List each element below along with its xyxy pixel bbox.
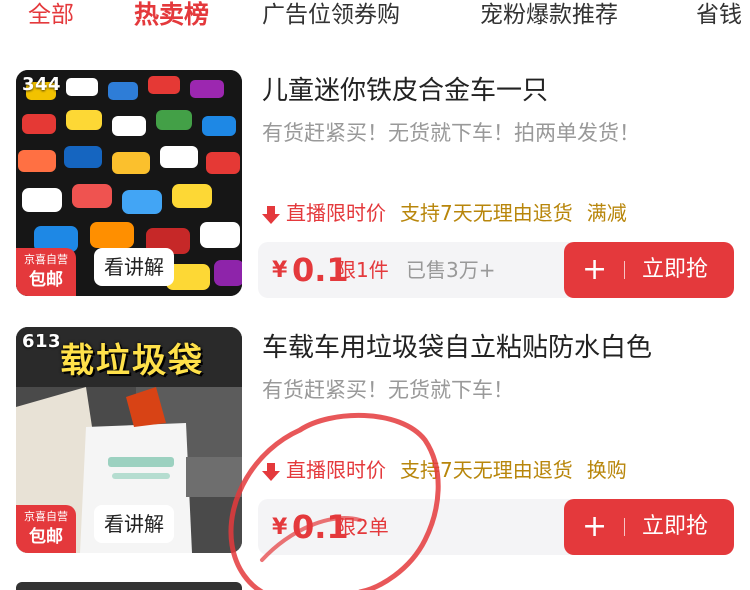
promo-tag: 满减 bbox=[586, 201, 627, 225]
product-title[interactable]: 儿童迷你铁皮合金车一只 bbox=[262, 74, 548, 108]
product-subtitle: 有货赶紧买！无货就下车！拍两单发货！ bbox=[262, 121, 640, 145]
promo-row: 直播限时价 支持7天无理由退货 满减 bbox=[262, 198, 627, 228]
self-operated-badge: 京喜自营 包邮 bbox=[16, 505, 76, 553]
explain-button[interactable]: 看讲解 bbox=[94, 248, 174, 286]
viewer-count: 344 bbox=[22, 74, 62, 95]
buy-now-label: 立即抢 bbox=[642, 257, 709, 282]
tab-fan-picks[interactable]: 宠粉爆款推荐 bbox=[480, 0, 618, 32]
sold-count: 已售3万+ bbox=[406, 258, 496, 282]
viewer-count: 613 bbox=[22, 331, 62, 352]
purchase-limit: 限2单 bbox=[336, 515, 389, 539]
plus-icon: + bbox=[582, 509, 608, 544]
product-title[interactable]: 车载车用垃圾袋自立粘贴防水白色 bbox=[262, 331, 652, 365]
self-operated-badge: 京喜自营 包邮 bbox=[16, 248, 76, 296]
badge-line1: 京喜自营 bbox=[24, 510, 68, 523]
tab-hot-sale[interactable]: 热卖榜 bbox=[134, 0, 209, 32]
product-image[interactable]: 344 京喜自营 包邮 看讲解 bbox=[16, 70, 242, 296]
image-banner-text: 载垃圾袋 bbox=[60, 341, 204, 381]
product-card[interactable]: 613 载垃圾袋 京喜自营 包邮 看讲解 车载车用垃圾袋自立粘贴防水白色 有货赶… bbox=[0, 327, 750, 559]
tab-bar: 全部 热卖榜 广告位领券购 宠粉爆款推荐 省钱 bbox=[0, 0, 750, 40]
product-card[interactable]: 344 京喜自营 包邮 看讲解 儿童迷你铁皮合金车一只 有货赶紧买！无货就下车！… bbox=[0, 70, 750, 302]
buy-now-button[interactable]: + 立即抢 bbox=[564, 499, 734, 555]
currency-symbol: ¥ bbox=[272, 515, 288, 540]
promo-row: 直播限时价 支持7天无理由退货 换购 bbox=[262, 455, 627, 485]
currency-symbol: ¥ bbox=[272, 258, 288, 283]
explain-button[interactable]: 看讲解 bbox=[94, 505, 174, 543]
product-image[interactable]: 613 载垃圾袋 京喜自营 包邮 看讲解 bbox=[16, 327, 242, 553]
next-product-image-edge bbox=[16, 582, 242, 590]
return-policy-tag: 支持7天无理由退货 bbox=[400, 458, 573, 482]
buy-now-button[interactable]: + 立即抢 bbox=[564, 242, 734, 298]
down-arrow-icon bbox=[262, 462, 280, 481]
return-policy-tag: 支持7天无理由退货 bbox=[400, 201, 573, 225]
buy-now-label: 立即抢 bbox=[642, 514, 709, 539]
divider bbox=[624, 261, 625, 279]
buy-bar: ¥ 0.1 限2单 + 立即抢 bbox=[258, 499, 734, 555]
purchase-limit: 限1件 bbox=[336, 258, 389, 282]
buy-bar: ¥ 0.1 限1件 已售3万+ + 立即抢 bbox=[258, 242, 734, 298]
down-arrow-icon bbox=[262, 205, 280, 224]
live-price-label: 直播限时价 bbox=[286, 201, 386, 225]
plus-icon: + bbox=[582, 252, 608, 287]
product-subtitle: 有货赶紧买！无货就下车！ bbox=[262, 378, 514, 402]
divider bbox=[624, 518, 625, 536]
promo-tag: 换购 bbox=[586, 458, 627, 482]
tab-save-money[interactable]: 省钱 bbox=[696, 0, 742, 32]
live-price-label: 直播限时价 bbox=[286, 458, 386, 482]
badge-line1: 京喜自营 bbox=[24, 253, 68, 266]
tab-ad-coupon[interactable]: 广告位领券购 bbox=[262, 0, 400, 32]
badge-line2: 包邮 bbox=[29, 527, 63, 547]
badge-line2: 包邮 bbox=[29, 270, 63, 290]
tab-all[interactable]: 全部 bbox=[28, 0, 74, 32]
